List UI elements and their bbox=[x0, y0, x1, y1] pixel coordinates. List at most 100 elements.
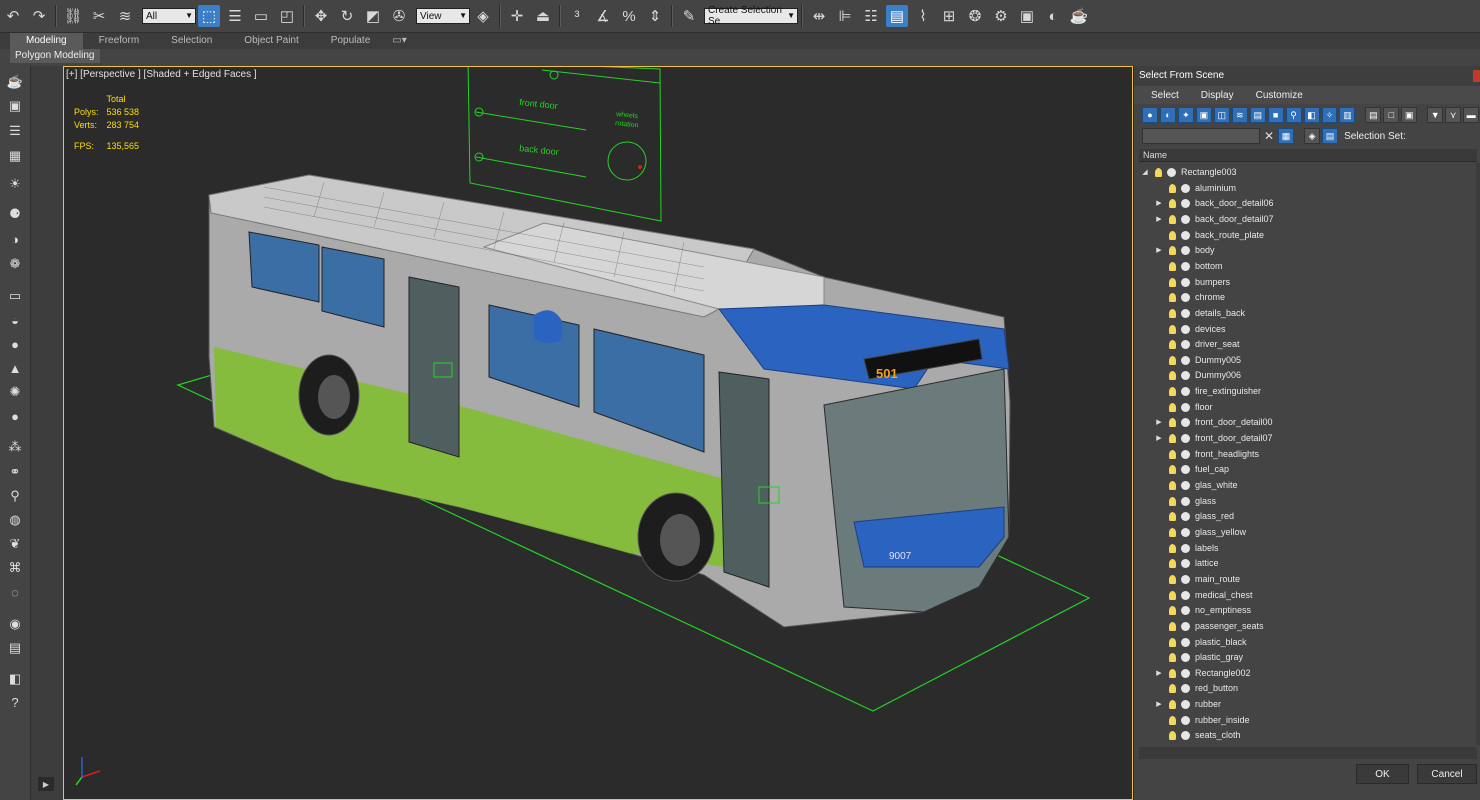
visibility-bulb-icon[interactable] bbox=[1169, 637, 1176, 647]
visibility-bulb-icon[interactable] bbox=[1169, 481, 1176, 490]
rig-icon[interactable]: ⚲ bbox=[5, 488, 25, 504]
tab-object-paint[interactable]: Object Paint bbox=[228, 33, 314, 49]
align-icon[interactable]: ⊫ bbox=[834, 5, 856, 27]
geometry-filter-icon[interactable]: ● bbox=[1142, 107, 1158, 123]
visibility-bulb-icon[interactable] bbox=[1169, 606, 1176, 616]
spacewarps-filter-icon[interactable]: ≋ bbox=[1231, 107, 1248, 123]
tree-row[interactable]: labels bbox=[1139, 541, 1472, 556]
visibility-bulb-icon[interactable] bbox=[1169, 527, 1176, 537]
helper-icon[interactable]: ◑ bbox=[5, 231, 25, 247]
tree-scrollbar[interactable] bbox=[1476, 163, 1480, 745]
viewport-label[interactable]: [+] [Perspective ] [Shaded + Edged Faces… bbox=[66, 69, 257, 80]
box-icon[interactable]: ▭ bbox=[5, 288, 25, 304]
visibility-bulb-icon[interactable] bbox=[1169, 199, 1176, 209]
expand-arrow-icon[interactable]: ▶ bbox=[1155, 196, 1163, 211]
bulb-icon[interactable]: ● bbox=[5, 408, 25, 424]
bones-filter-icon[interactable]: ⚲ bbox=[1285, 107, 1302, 123]
tree-row[interactable]: bottom bbox=[1139, 259, 1472, 274]
visibility-bulb-icon[interactable] bbox=[1169, 324, 1176, 334]
tab-freeform[interactable]: Freeform bbox=[83, 33, 156, 49]
visibility-bulb-icon[interactable] bbox=[1169, 715, 1176, 725]
menu-select[interactable]: Select bbox=[1140, 90, 1190, 101]
options-icon[interactable]: ▬ bbox=[1463, 107, 1480, 123]
search-input[interactable] bbox=[1142, 128, 1260, 144]
angle-snap-icon[interactable]: ∡ bbox=[592, 5, 614, 27]
tree-row[interactable]: fuel_cap bbox=[1139, 462, 1472, 477]
tree-row[interactable]: Dummy005 bbox=[1139, 353, 1472, 368]
tree-row[interactable]: driver_seat bbox=[1139, 337, 1472, 352]
tree-row[interactable]: ◢ Rectangle003 bbox=[1139, 165, 1472, 180]
tree-row[interactable]: ▶ front_door_detail00 bbox=[1139, 415, 1472, 430]
material-editor-icon[interactable]: ❂ bbox=[964, 5, 986, 27]
tree-row[interactable]: seats_cloth bbox=[1139, 728, 1472, 743]
sphere-icon[interactable]: ● bbox=[5, 336, 25, 352]
horizontal-scrollbar[interactable] bbox=[1139, 747, 1477, 759]
cameras-filter-icon[interactable]: ▣ bbox=[1195, 107, 1212, 123]
redo-icon[interactable]: ↷ bbox=[28, 5, 50, 27]
visibility-bulb-icon[interactable] bbox=[1169, 340, 1176, 350]
xrefs-filter-icon[interactable]: ■ bbox=[1267, 107, 1284, 123]
cancel-button[interactable]: Cancel bbox=[1417, 764, 1477, 784]
tree-row[interactable]: ▶ back_door_detail06 bbox=[1139, 196, 1472, 211]
shapes-filter-icon[interactable]: ◐ bbox=[1159, 107, 1176, 123]
camera-icon[interactable]: ⚈ bbox=[5, 206, 25, 222]
tree-row[interactable]: lattice bbox=[1139, 556, 1472, 571]
menu-customize[interactable]: Customize bbox=[1245, 90, 1314, 101]
visibility-bulb-icon[interactable] bbox=[1169, 543, 1176, 553]
ribbon-options-icon[interactable]: ▭▾ bbox=[386, 33, 412, 49]
groups-filter-icon[interactable]: ▤ bbox=[1249, 107, 1266, 123]
visibility-bulb-icon[interactable] bbox=[1169, 653, 1176, 663]
menu-display[interactable]: Display bbox=[1190, 90, 1245, 101]
help-icon[interactable]: ? bbox=[5, 694, 25, 710]
tree-row[interactable]: no_emptiness bbox=[1139, 603, 1472, 618]
tree-row[interactable]: floor bbox=[1139, 400, 1472, 415]
select-manipulate-icon[interactable]: ✛ bbox=[506, 5, 528, 27]
visibility-bulb-icon[interactable] bbox=[1169, 434, 1176, 444]
expand-arrow-icon[interactable]: ▶ bbox=[1155, 666, 1163, 681]
tree-row[interactable]: glass_red bbox=[1139, 509, 1472, 524]
bind-spacewarp-icon[interactable]: ≋ bbox=[114, 5, 136, 27]
edit-named-sel-icon[interactable]: ✎ bbox=[678, 5, 700, 27]
tree-row[interactable]: glas_white bbox=[1139, 478, 1472, 493]
move-icon[interactable]: ✥ bbox=[310, 5, 332, 27]
filter-icon[interactable]: ▼ bbox=[1427, 107, 1444, 123]
visibility-bulb-icon[interactable] bbox=[1169, 387, 1176, 397]
placement-icon[interactable]: ✇ bbox=[388, 5, 410, 27]
tree-row[interactable]: aluminium bbox=[1139, 181, 1472, 196]
helpers-filter-icon[interactable]: ◫ bbox=[1213, 107, 1230, 123]
layer-explorer-icon[interactable]: ▤ bbox=[886, 5, 908, 27]
visibility-bulb-icon[interactable] bbox=[1169, 355, 1176, 365]
find-case-icon[interactable]: ▦ bbox=[1278, 128, 1295, 144]
visibility-bulb-icon[interactable] bbox=[1169, 418, 1176, 428]
render-setup-icon[interactable]: ⚙ bbox=[990, 5, 1012, 27]
expand-arrow-icon[interactable]: ▶ bbox=[1155, 243, 1163, 258]
select-invert-icon[interactable]: ▣ bbox=[1401, 107, 1418, 123]
visibility-bulb-icon[interactable] bbox=[1169, 261, 1176, 271]
visibility-bulb-icon[interactable] bbox=[1169, 621, 1176, 631]
visibility-bulb-icon[interactable] bbox=[1169, 371, 1176, 381]
tree-row[interactable]: main_route bbox=[1139, 572, 1472, 587]
containers-filter-icon[interactable]: ◧ bbox=[1303, 107, 1320, 123]
select-all-icon[interactable]: ▤ bbox=[1365, 107, 1382, 123]
tree-row[interactable]: plastic_gray bbox=[1139, 650, 1472, 665]
tree-row[interactable]: front_headlights bbox=[1139, 447, 1472, 462]
visibility-bulb-icon[interactable] bbox=[1169, 402, 1176, 412]
viewport-layout-icon[interactable]: ◧ bbox=[5, 671, 25, 687]
tree-row[interactable]: ▶ front_door_detail07 bbox=[1139, 431, 1472, 446]
visibility-bulb-icon[interactable] bbox=[1169, 700, 1176, 710]
list-icon[interactable]: ☰ bbox=[5, 123, 25, 139]
select-by-name-icon[interactable]: ☰ bbox=[224, 5, 246, 27]
tab-modeling[interactable]: Modeling bbox=[10, 33, 83, 49]
cone-icon[interactable]: ▲ bbox=[5, 360, 25, 376]
tree-row[interactable]: bumpers bbox=[1139, 275, 1472, 290]
spacewarp-icon[interactable]: ❁ bbox=[5, 256, 25, 272]
render-settings-icon[interactable]: ▤ bbox=[5, 640, 25, 656]
visibility-bulb-icon[interactable] bbox=[1169, 293, 1176, 303]
cloth-icon[interactable]: ◌ bbox=[5, 584, 25, 600]
link-icon[interactable]: ⛓ bbox=[62, 5, 84, 27]
window-crossing-icon[interactable]: ◰ bbox=[276, 5, 298, 27]
teapot-icon[interactable]: ☕ bbox=[5, 74, 25, 90]
tree-row[interactable]: ▶ body bbox=[1139, 243, 1472, 258]
visibility-bulb-icon[interactable] bbox=[1169, 590, 1176, 600]
select-none-icon[interactable]: □ bbox=[1383, 107, 1400, 123]
